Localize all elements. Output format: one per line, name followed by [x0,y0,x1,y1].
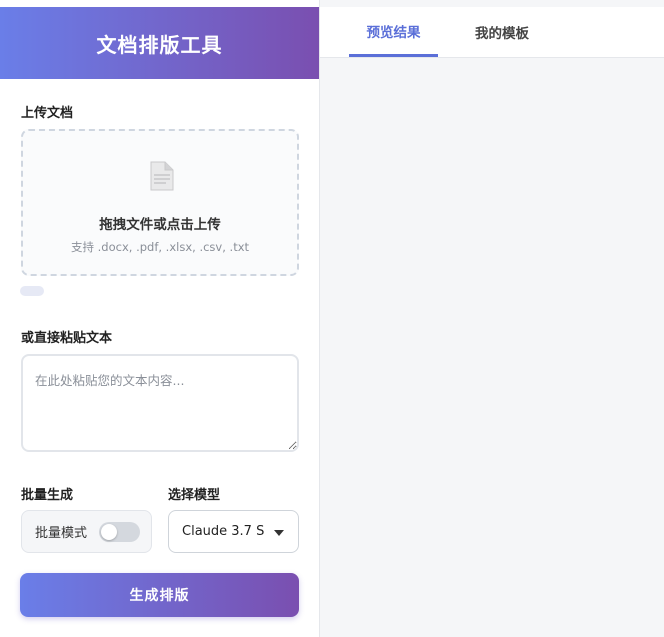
app-title: 文档排版工具 [96,32,223,57]
paste-label: 或直接粘贴文本 [21,331,113,346]
batch-mode-label: 批量模式 [35,526,88,541]
app-root: 文档排版工具 上传文档 拖拽文件或点击上传 支持 .docx, .pdf, .x… [0,0,664,637]
tab-bar: 预览结果 我的模板 [320,7,664,58]
main-panel: 预览结果 我的模板 [320,0,664,637]
generate-button[interactable]: 生成排版 [20,573,299,617]
model-select[interactable]: Claude 3.7 Sonnet [168,510,299,553]
toggle-knob [101,524,117,540]
batch-mode-toggle[interactable] [99,522,140,542]
chevron-down-icon [274,530,284,536]
model-select-value: Claude 3.7 Sonnet [182,524,264,539]
sidebar: 文档排版工具 上传文档 拖拽文件或点击上传 支持 .docx, .pdf, .x… [0,0,320,637]
batch-mode-box: 批量模式 [21,510,152,553]
paste-text-input[interactable] [21,354,299,452]
batch-label: 批量生成 [21,488,74,503]
dropzone-hint: 支持 .docx, .pdf, .xlsx, .csv, .txt [70,240,250,254]
upload-dropzone[interactable]: 拖拽文件或点击上传 支持 .docx, .pdf, .xlsx, .csv, .… [21,129,299,276]
tab-preview[interactable]: 预览结果 [349,7,438,57]
tab-templates[interactable]: 我的模板 [457,7,547,57]
document-icon [150,161,174,191]
upload-progress-pill [20,286,44,296]
dropzone-title: 拖拽文件或点击上传 [99,217,221,233]
upload-label: 上传文档 [21,106,74,121]
sidebar-header: 文档排版工具 [0,7,319,79]
model-label: 选择模型 [168,488,221,503]
